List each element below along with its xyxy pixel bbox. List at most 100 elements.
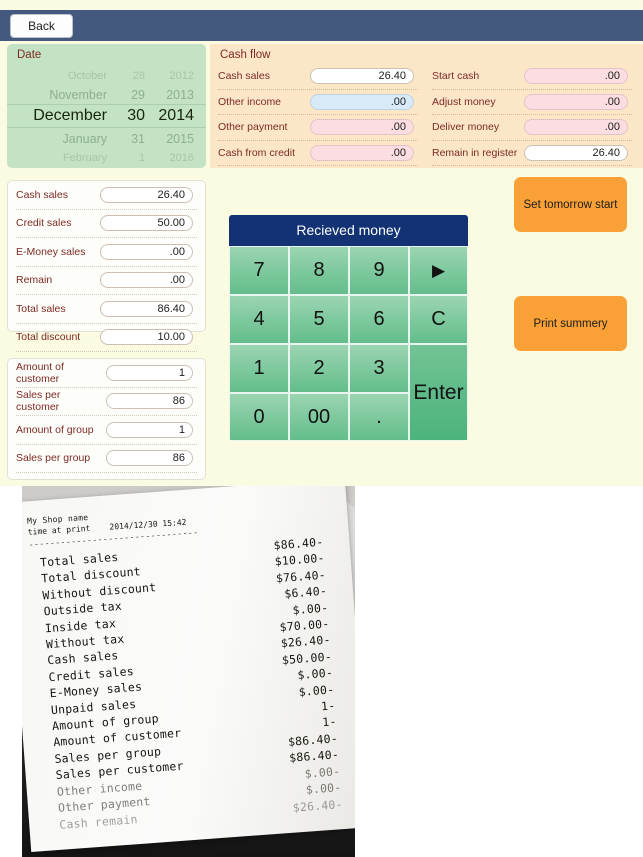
printed-receipt: My Shop name time at print 2014/12/30 15… <box>22 486 355 852</box>
amount-of-group-field[interactable]: 1 <box>106 421 193 438</box>
date-picker-row[interactable]: February 1 2016 <box>7 148 206 168</box>
key-7[interactable]: 7 <box>229 246 289 295</box>
key-clear[interactable]: C <box>409 295 468 344</box>
field-label: E-Money sales <box>16 245 86 258</box>
field-label: Start cash <box>432 70 480 83</box>
date-panel: Date October 28 2012 November 29 2013 De… <box>7 44 206 168</box>
field-label: Other income <box>218 95 282 108</box>
customer-summary-panel: Amount of customer 1 Sales per customer … <box>7 358 206 480</box>
cash-sales-field[interactable]: 26.40 <box>310 68 414 85</box>
adjust-money-field[interactable]: .00 <box>524 93 628 110</box>
receipt-lines: Total sales $86.40- Total discount $10.0… <box>30 533 355 834</box>
key-9[interactable]: 9 <box>349 246 409 295</box>
cash-flow-row-other-income: Other income .00 <box>218 90 418 115</box>
print-summery-button[interactable]: Print summery <box>514 296 627 351</box>
key-3[interactable]: 3 <box>349 344 409 393</box>
emoney-sales-field[interactable]: .00 <box>100 243 193 260</box>
total-sales-field[interactable]: 86.40 <box>100 300 193 317</box>
customer-row-sales-per-group: Sales per group 86 <box>16 445 197 473</box>
key-0[interactable]: 0 <box>229 393 289 441</box>
cash-flow-panel: Cash flow Cash sales 26.40 Other income … <box>210 44 643 168</box>
field-label: Total discount <box>16 331 81 344</box>
sales-row-total-discount: Total discount 10.00 <box>16 324 197 352</box>
total-discount-field[interactable]: 10.00 <box>100 329 193 346</box>
cash-flow-title: Cash flow <box>220 49 271 61</box>
cash-sales-total-field[interactable]: 26.40 <box>100 186 193 203</box>
sales-per-group-field[interactable]: 86 <box>106 450 193 467</box>
key-6[interactable]: 6 <box>349 295 409 344</box>
field-label: Credit sales <box>16 217 72 230</box>
month-value: November <box>49 88 107 102</box>
month-value-selected: December <box>33 107 107 124</box>
receipt-line-value: 1- <box>320 698 336 714</box>
field-label: Cash sales <box>218 70 270 83</box>
field-label: Sales per customer <box>16 389 61 414</box>
customer-row-amount-of-group: Amount of group 1 <box>16 416 197 445</box>
sales-summary-panel: Cash sales 26.40 Credit sales 50.00 E-Mo… <box>7 180 206 352</box>
field-label: Remain <box>16 274 53 287</box>
keypad-title: Recieved money <box>229 215 468 246</box>
year-value-selected: 2014 <box>158 107 194 124</box>
date-panel-title: Date <box>17 49 42 61</box>
receipt-photo: My Shop name time at print 2014/12/30 15… <box>22 486 355 857</box>
customer-row-amount-of-customer: Amount of customer 1 <box>16 359 197 388</box>
month-value: January <box>62 132 107 146</box>
field-label: Cash from credit <box>218 146 296 159</box>
start-cash-field[interactable]: .00 <box>524 68 628 85</box>
key-00[interactable]: 00 <box>289 393 349 441</box>
key-5[interactable]: 5 <box>289 295 349 344</box>
date-picker-wheel[interactable]: October 28 2012 November 29 2013 Decembe… <box>7 66 206 166</box>
day-value: 1 <box>138 152 145 164</box>
sales-row-total-sales: Total sales 86.40 <box>16 295 197 324</box>
field-label: Amount of group <box>16 423 94 436</box>
navigation-bar <box>0 10 643 41</box>
credit-sales-field[interactable]: 50.00 <box>100 215 193 232</box>
field-label: Total sales <box>16 302 66 315</box>
sales-row-credit-sales: Credit sales 50.00 <box>16 210 197 238</box>
receipt-time-label: time at print <box>27 523 91 537</box>
cash-flow-row-cash-sales: Cash sales 26.40 <box>218 64 418 90</box>
key-decimal-point[interactable]: . <box>349 393 409 441</box>
deliver-money-field[interactable]: .00 <box>524 119 628 136</box>
key-8[interactable]: 8 <box>289 246 349 295</box>
key-enter[interactable]: Enter <box>409 344 468 441</box>
receipt-line-value: 1- <box>321 714 338 730</box>
key-2[interactable]: 2 <box>289 344 349 393</box>
cash-flow-row-cash-from-credit: Cash from credit .00 <box>218 141 418 166</box>
key-arrow-right-icon[interactable]: ▶ <box>409 246 468 295</box>
date-picker-row[interactable]: January 31 2015 <box>7 129 206 149</box>
back-button[interactable]: Back <box>10 14 73 38</box>
year-value: 2016 <box>169 152 194 164</box>
key-4[interactable]: 4 <box>229 295 289 344</box>
remain-field[interactable]: .00 <box>100 272 193 289</box>
year-value: 2013 <box>166 88 194 102</box>
key-1[interactable]: 1 <box>229 344 289 393</box>
cash-flow-row-remain-in-register: Remain in register 26.40 <box>432 141 632 166</box>
other-payment-field[interactable]: .00 <box>310 119 414 136</box>
sales-row-emoney-sales: E-Money sales .00 <box>16 238 197 267</box>
cash-flow-row-other-payment: Other payment .00 <box>218 115 418 141</box>
cash-flow-row-deliver-money: Deliver money .00 <box>432 115 632 141</box>
numeric-keypad: Recieved money 7 8 9 ▶ 4 5 6 C 1 2 3 Ent… <box>229 215 468 441</box>
amount-of-customer-field[interactable]: 1 <box>106 364 193 381</box>
cash-flow-row-start-cash: Start cash .00 <box>432 64 632 90</box>
field-label: Adjust money <box>432 95 496 108</box>
app-screen: Back Date October 28 2012 November 29 20… <box>0 0 643 486</box>
other-income-field[interactable]: .00 <box>310 93 414 110</box>
field-label: Cash sales <box>16 188 68 201</box>
field-label: Other payment <box>218 121 288 134</box>
cash-from-credit-field[interactable]: .00 <box>310 144 414 161</box>
sales-per-customer-field[interactable]: 86 <box>106 393 193 410</box>
date-picker-row[interactable]: October 28 2012 <box>7 66 206 86</box>
cash-flow-right-column: Start cash .00 Adjust money .00 Deliver … <box>432 64 632 166</box>
keypad-keys: 7 8 9 ▶ 4 5 6 C 1 2 3 Enter 0 00 . <box>229 246 468 441</box>
app-root: Back Date October 28 2012 November 29 20… <box>0 0 643 857</box>
field-label: Sales per group <box>16 452 91 465</box>
field-label: Remain in register <box>432 146 518 159</box>
day-value: 31 <box>131 132 145 146</box>
date-picker-selected-row[interactable]: December 30 2014 <box>7 104 206 128</box>
remain-in-register-field[interactable]: 26.40 <box>524 144 628 161</box>
cash-flow-row-adjust-money: Adjust money .00 <box>432 90 632 115</box>
set-tomorrow-start-button[interactable]: Set tomorrow start <box>514 177 627 232</box>
date-picker-row[interactable]: November 29 2013 <box>7 85 206 105</box>
